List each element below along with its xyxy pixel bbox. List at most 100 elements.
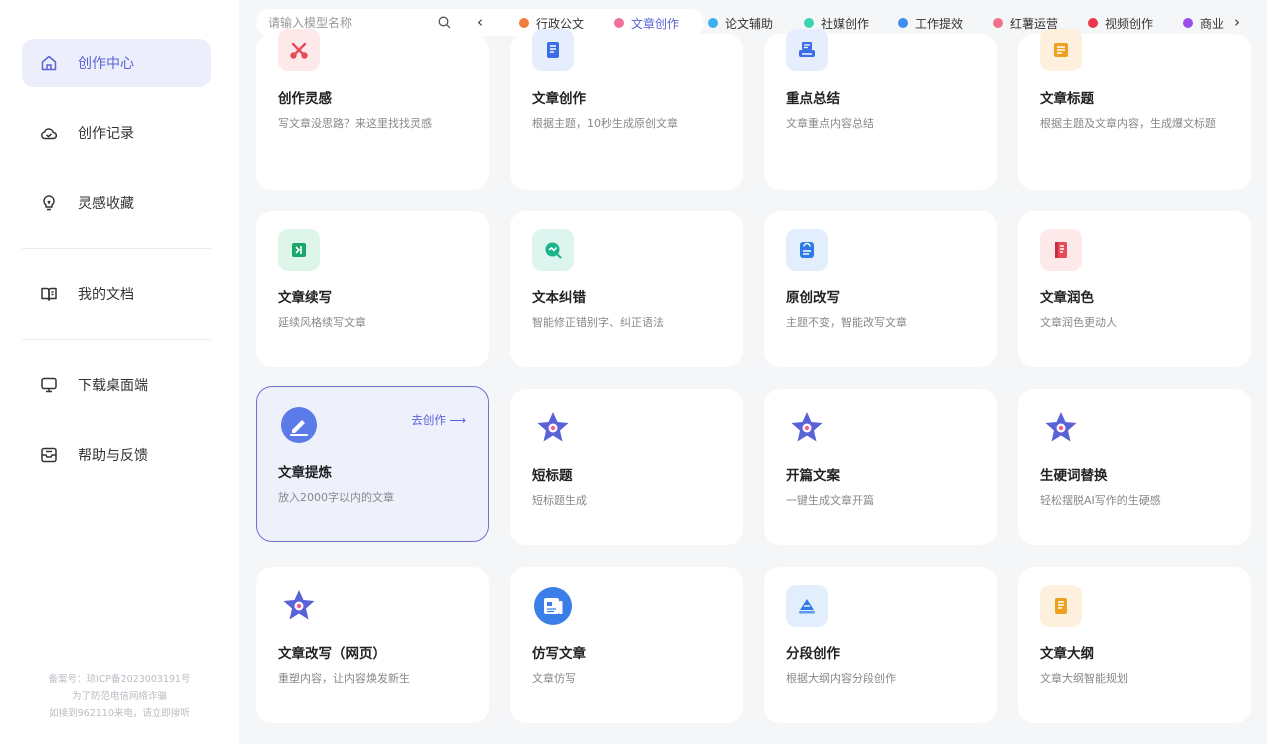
tool-card-short-title[interactable]: 短标题 短标题生成 xyxy=(510,389,743,545)
sidebar-item-help-feedback[interactable]: 帮助与反馈 xyxy=(22,431,211,479)
category-dot xyxy=(993,18,1003,28)
category-tab-article-creation[interactable]: 文章创作 xyxy=(614,14,679,32)
category-label: 文章创作 xyxy=(631,16,680,31)
sidebar-item-creation-center[interactable]: 创作中心 xyxy=(22,39,211,87)
category-label: 商业 xyxy=(1200,16,1225,31)
card-description: 放入2000字以内的文章 xyxy=(278,491,394,504)
search-icon[interactable] xyxy=(437,15,452,30)
sidebar-divider xyxy=(22,248,211,249)
home-icon xyxy=(39,53,59,73)
card-description: 延续风格续写文章 xyxy=(278,316,366,329)
lightbulb-icon xyxy=(39,193,59,213)
tool-card-article-title[interactable]: 文章标题 根据主题及文章内容，生成爆文标题 xyxy=(1018,29,1251,190)
card-title: 文章改写（网页） xyxy=(278,646,386,662)
card-title: 开篇文案 xyxy=(786,468,840,484)
category-label: 视频创作 xyxy=(1105,16,1154,31)
category-dot xyxy=(1183,18,1193,28)
category-tab-business[interactable]: 商业 xyxy=(1183,14,1224,32)
sidebar-item-label: 我的文档 xyxy=(78,287,134,303)
sidebar-item-label: 下载桌面端 xyxy=(78,378,148,394)
category-label: 论文辅助 xyxy=(725,16,774,31)
polish-book-icon xyxy=(1040,229,1082,271)
scissors-icon xyxy=(278,29,320,71)
card-title: 短标题 xyxy=(532,468,573,484)
cloud-icon xyxy=(39,123,59,143)
card-description: 一键生成文章开篇 xyxy=(786,494,874,507)
title-card-icon xyxy=(1040,29,1082,71)
card-description: 主题不变，智能改写文章 xyxy=(786,316,907,329)
card-description: 短标题生成 xyxy=(532,494,587,507)
sidebar-item-label: 创作记录 xyxy=(78,126,134,142)
category-prev-icon[interactable]: ‹ xyxy=(472,12,488,32)
tool-card-text-correction[interactable]: 文本纠错 智能修正错别字、纠正语法 xyxy=(510,211,743,367)
tool-card-article-outline[interactable]: 文章大纲 文章大纲智能规划 xyxy=(1018,567,1251,723)
card-title: 重点总结 xyxy=(786,91,840,107)
tool-card-stiff-word-replace[interactable]: 生硬词替换 轻松摆脱AI写作的生硬感 xyxy=(1018,389,1251,545)
card-title: 文章续写 xyxy=(278,290,332,306)
card-description: 根据大纲内容分段创作 xyxy=(786,672,896,685)
monitor-icon xyxy=(39,375,59,395)
continue-book-icon xyxy=(278,229,320,271)
card-title: 文本纠错 xyxy=(532,290,586,306)
category-label: 工作提效 xyxy=(915,16,964,31)
card-description: 轻松摆脱AI写作的生硬感 xyxy=(1040,494,1161,507)
star-icon xyxy=(278,585,320,627)
category-dot xyxy=(614,18,624,28)
card-title: 仿写文章 xyxy=(532,646,586,662)
tool-card-article-rewrite-web[interactable]: 文章改写（网页） 重塑内容，让内容焕发新生 xyxy=(256,567,489,723)
newspaper-circle-icon xyxy=(532,585,574,627)
edit-circle-icon xyxy=(278,404,320,446)
tool-card-imitation-writing[interactable]: 仿写文章 文章仿写 xyxy=(510,567,743,723)
tool-card-inspiration[interactable]: 创作灵感 写文章没思路？来这里找找灵感 xyxy=(256,29,489,190)
card-title: 文章提炼 xyxy=(278,465,332,481)
go-create-link[interactable]: 去创作 ⟶ xyxy=(411,412,466,428)
category-tab-work-efficiency[interactable]: 工作提效 xyxy=(898,14,963,32)
category-dot xyxy=(519,18,529,28)
category-dot xyxy=(1088,18,1098,28)
anti-fraud-hotline: 如接到962110来电，请立即接听 xyxy=(49,708,190,719)
category-tab-video-creation[interactable]: 视频创作 xyxy=(1088,14,1153,32)
star-icon xyxy=(786,407,828,449)
sidebar-item-download-desktop[interactable]: 下载桌面端 xyxy=(22,361,211,409)
category-dot xyxy=(898,18,908,28)
tool-card-article-extract[interactable]: 去创作 ⟶ 文章提炼 放入2000字以内的文章 xyxy=(256,386,489,542)
card-title: 创作灵感 xyxy=(278,91,332,107)
card-title: 生硬词替换 xyxy=(1040,468,1108,484)
outline-doc-icon xyxy=(1040,585,1082,627)
card-description: 根据主题，10秒生成原创文章 xyxy=(532,117,678,130)
card-title: 分段创作 xyxy=(786,646,840,662)
sidebar-item-creation-history[interactable]: 创作记录 xyxy=(22,109,211,157)
category-next-icon[interactable]: › xyxy=(1229,12,1245,32)
book-icon xyxy=(39,284,59,304)
card-title: 文章创作 xyxy=(532,91,586,107)
segment-icon xyxy=(786,585,828,627)
icp-record: 备案号：琼ICP备2023003191号 xyxy=(48,674,191,685)
sidebar-item-label: 灵感收藏 xyxy=(78,196,134,212)
check-search-icon xyxy=(532,229,574,271)
sidebar-item-label: 帮助与反馈 xyxy=(78,448,148,464)
tool-card-original-rewrite[interactable]: 原创改写 主题不变，智能改写文章 xyxy=(764,211,997,367)
card-description: 重塑内容，让内容焕发新生 xyxy=(278,672,410,685)
sidebar-item-inspiration-favorites[interactable]: 灵感收藏 xyxy=(22,179,211,227)
tool-card-article-polish[interactable]: 文章润色 文章润色更动人 xyxy=(1018,211,1251,367)
card-description: 文章润色更动人 xyxy=(1040,316,1117,329)
category-tab-paper-assist[interactable]: 论文辅助 xyxy=(708,14,773,32)
sidebar-divider xyxy=(22,339,211,340)
sidebar: 创作中心 创作记录 灵感收藏 我的文档 下载桌面端 帮助与反馈 备案号：琼ICP… xyxy=(0,0,239,744)
card-title: 文章大纲 xyxy=(1040,646,1094,662)
category-label: 社媒创作 xyxy=(821,16,870,31)
tool-card-segment-creation[interactable]: 分段创作 根据大纲内容分段创作 xyxy=(764,567,997,723)
category-dot xyxy=(804,18,814,28)
tool-card-opening-copy[interactable]: 开篇文案 一键生成文章开篇 xyxy=(764,389,997,545)
card-title: 文章标题 xyxy=(1040,91,1094,107)
tool-card-key-summary[interactable]: 重点总结 文章重点内容总结 xyxy=(764,29,997,190)
star-icon xyxy=(532,407,574,449)
tool-card-article-creation[interactable]: 文章创作 根据主题，10秒生成原创文章 xyxy=(510,29,743,190)
card-title: 文章润色 xyxy=(1040,290,1094,306)
sidebar-item-my-documents[interactable]: 我的文档 xyxy=(22,270,211,318)
card-description: 文章重点内容总结 xyxy=(786,117,874,130)
card-title: 原创改写 xyxy=(786,290,840,306)
tool-card-continue-writing[interactable]: 文章续写 延续风格续写文章 xyxy=(256,211,489,367)
card-description: 根据主题及文章内容，生成爆文标题 xyxy=(1040,117,1216,130)
sidebar-footer: 备案号：琼ICP备2023003191号 为了防范电信网络诈骗 如接到96211… xyxy=(0,671,239,722)
